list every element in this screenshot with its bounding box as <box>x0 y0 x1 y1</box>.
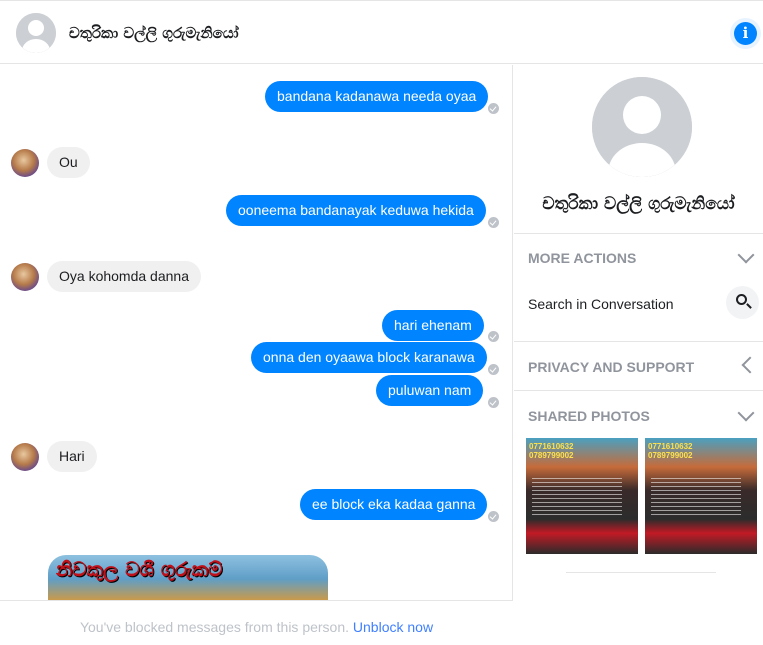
search-icon <box>736 294 747 305</box>
conversation-header: චතුරිකා වල්ලි ගුරුමැනියෝ i <box>0 0 763 64</box>
more-actions-header[interactable]: MORE ACTIONS <box>528 250 636 266</box>
message-bubble-outgoing[interactable]: puluwan nam <box>376 375 484 406</box>
shared-photos-header[interactable]: SHARED PHOTOS <box>528 408 650 424</box>
photo-text-line: 0789799002 <box>529 451 574 460</box>
search-in-conversation[interactable]: Search in Conversation <box>528 296 674 312</box>
divider <box>566 572 716 573</box>
seen-check-icon <box>488 397 499 408</box>
search-button[interactable] <box>726 286 759 319</box>
message-bubble-outgoing[interactable]: ee block eka kadaa ganna <box>300 489 488 520</box>
blocked-notice: You've blocked messages from this person… <box>0 600 513 645</box>
message-bubble-outgoing[interactable]: bandana kadanawa needa oyaa <box>265 81 489 112</box>
message-bubble-outgoing[interactable]: onna den oyaawa block karanawa <box>251 342 487 373</box>
divider <box>514 233 763 234</box>
photo-text-line: 0771610632 <box>648 442 693 451</box>
profile-name: චතුරිකා වල්ලි ගුරුමැනියෝ <box>542 194 735 214</box>
message-bubble-outgoing[interactable]: hari ehenam <box>382 310 484 341</box>
photo-text-lines <box>532 478 622 518</box>
profile-picture[interactable] <box>592 77 692 177</box>
unblock-link[interactable]: Unblock now <box>353 619 433 635</box>
message-thread[interactable]: bandana kadanawa needa oyaa Ou ooneema b… <box>0 65 513 600</box>
info-icon: i <box>734 22 757 45</box>
divider <box>514 390 763 391</box>
search-icon-handle <box>746 303 752 309</box>
privacy-support-header[interactable]: PRIVACY AND SUPPORT <box>528 359 694 375</box>
sender-avatar[interactable] <box>11 263 39 291</box>
conversation-title[interactable]: චතුරිකා වල්ලි ගුරුමැනියෝ <box>69 24 239 42</box>
message-bubble-incoming[interactable]: Hari <box>47 441 97 472</box>
seen-check-icon <box>488 103 499 114</box>
photo-text-lines <box>651 478 741 518</box>
photo-text: 0771610632 0789799002 <box>648 442 693 460</box>
chevron-left-icon[interactable] <box>741 356 759 374</box>
default-avatar-icon <box>592 77 692 177</box>
message-bubble-incoming[interactable]: Oya kohomda danna <box>47 261 201 292</box>
shared-photo-thumbnail[interactable]: 0771610632 0789799002 <box>645 438 757 554</box>
seen-check-icon <box>488 217 499 228</box>
seen-check-icon <box>488 364 499 375</box>
image-banner-text: නිවකුල වශී ගුරුකම් <box>56 557 223 581</box>
message-bubble-outgoing[interactable]: ooneema bandanayak keduwa hekida <box>226 195 486 226</box>
image-message[interactable]: නිවකුල වශී ගුරුකම් <box>48 555 328 600</box>
photo-text: 0771610632 0789799002 <box>529 442 574 460</box>
seen-check-icon <box>488 511 499 522</box>
sender-avatar[interactable] <box>11 149 39 177</box>
chevron-down-icon[interactable] <box>737 404 755 422</box>
sender-avatar[interactable] <box>11 443 39 471</box>
seen-check-icon <box>488 331 499 342</box>
divider <box>514 341 763 342</box>
photo-text-line: 0771610632 <box>529 442 574 451</box>
photo-text-line: 0789799002 <box>648 451 693 460</box>
shared-photo-thumbnail[interactable]: 0771610632 0789799002 <box>526 438 638 554</box>
default-avatar-icon <box>16 13 56 53</box>
message-bubble-incoming[interactable]: Ou <box>47 147 90 178</box>
contact-avatar[interactable] <box>16 13 56 53</box>
conversation-details-panel: චතුරිකා වල්ලි ගුරුමැනියෝ MORE ACTIONS Se… <box>514 65 763 645</box>
info-button[interactable]: i <box>730 18 761 49</box>
blocked-notice-text: You've blocked messages from this person… <box>79 619 350 635</box>
chevron-down-icon[interactable] <box>737 246 755 264</box>
